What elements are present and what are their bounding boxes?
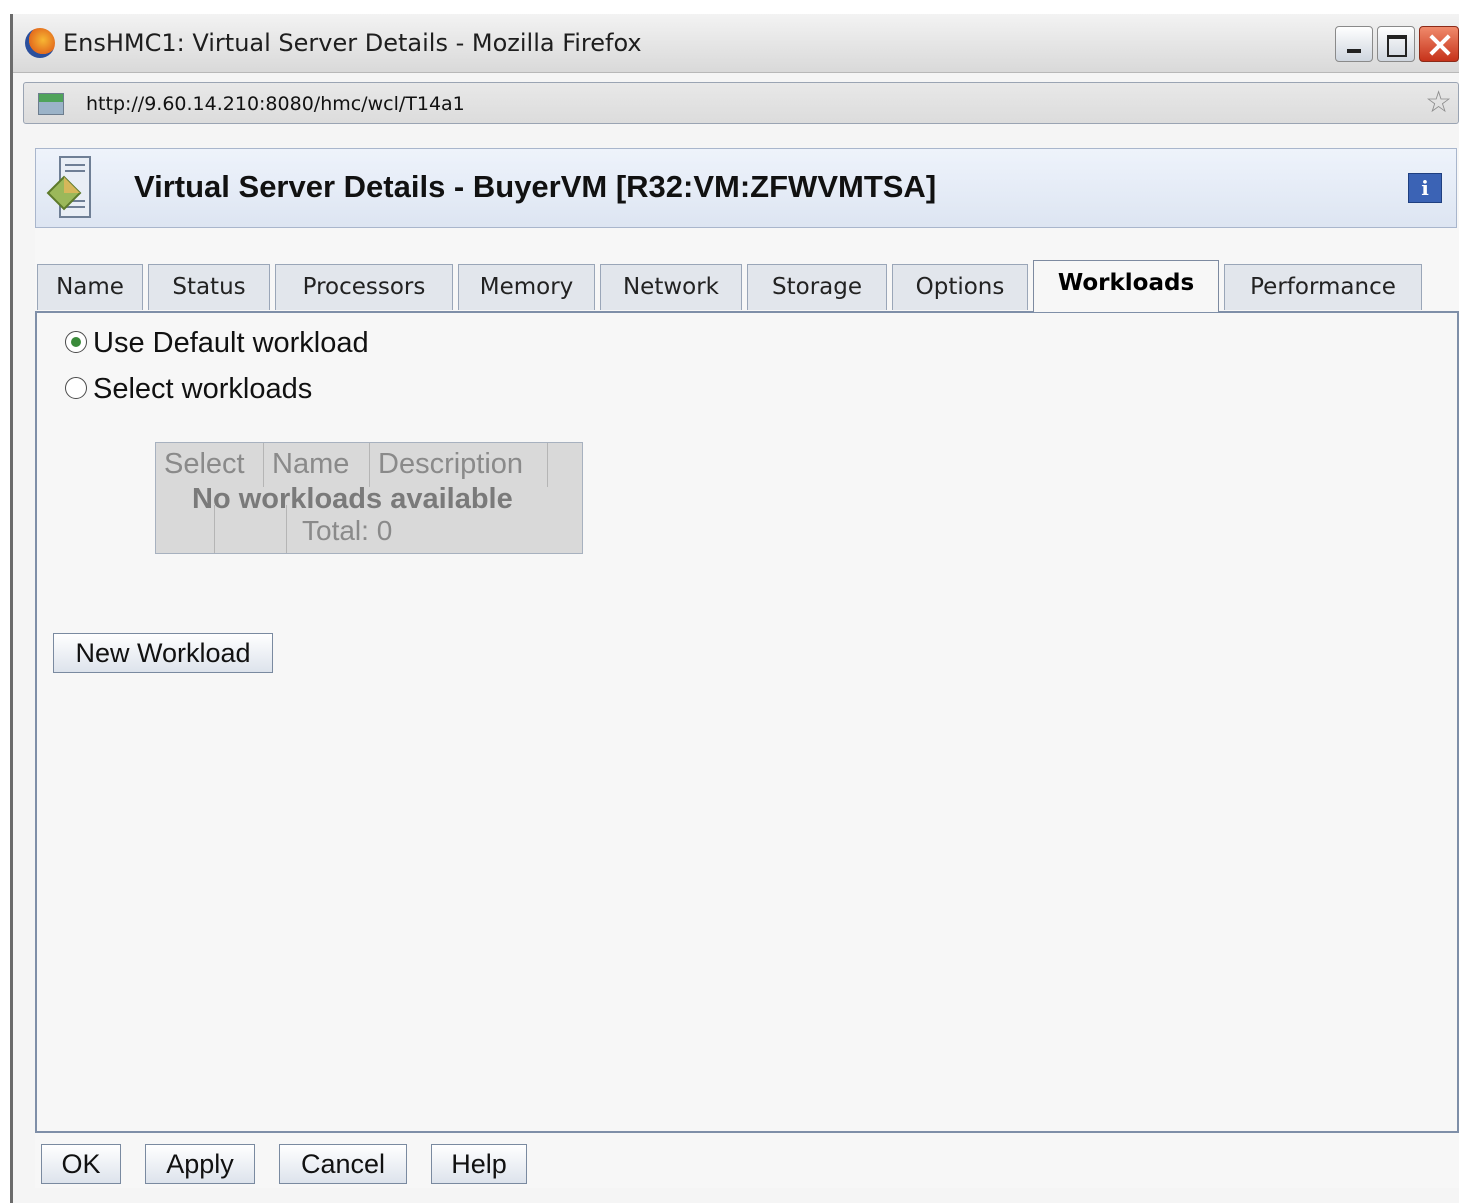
firefox-logo-icon (25, 28, 55, 58)
dialog-header: Virtual Server Details - BuyerVM [R32:VM… (35, 148, 1457, 228)
radio-unchecked-icon[interactable] (65, 377, 87, 399)
workloads-table: Select Name Description No workloads ava… (155, 442, 583, 554)
table-divider (214, 505, 215, 553)
table-divider (286, 505, 287, 553)
close-icon[interactable] (1419, 26, 1459, 62)
minimize-icon[interactable] (1335, 26, 1373, 62)
tab-status[interactable]: Status (148, 264, 270, 310)
tab-name[interactable]: Name (37, 264, 143, 310)
tab-memory[interactable]: Memory (458, 264, 595, 310)
select-workloads-option[interactable]: Select workloads (65, 373, 312, 406)
tab-options[interactable]: Options (892, 264, 1028, 310)
window-titlebar: EnsHMC1: Virtual Server Details - Mozill… (13, 14, 1459, 73)
radio-checked-icon[interactable] (65, 331, 87, 353)
tab-processors[interactable]: Processors (275, 264, 453, 310)
column-header-name: Name (264, 443, 370, 487)
new-workload-button[interactable]: New Workload (53, 633, 273, 673)
ok-button[interactable]: OK (41, 1144, 121, 1184)
column-header-description: Description (370, 443, 548, 487)
virtual-server-details-dialog: Virtual Server Details - BuyerVM [R32:VM… (35, 148, 1459, 1188)
use-default-workload-option[interactable]: Use Default workload (65, 327, 369, 360)
tab-network[interactable]: Network (600, 264, 742, 310)
apply-button[interactable]: Apply (145, 1144, 255, 1184)
select-workloads-label: Select workloads (93, 373, 313, 405)
info-icon[interactable]: i (1408, 173, 1442, 203)
column-header-select: Select (156, 443, 264, 487)
page-title: Virtual Server Details - BuyerVM [R32:VM… (134, 169, 937, 204)
tab-workloads[interactable]: Workloads (1033, 260, 1219, 312)
url-bar[interactable]: http://9.60.14.210:8080/hmc/wcl/T14a1 ☆ (23, 82, 1459, 124)
maximize-icon[interactable] (1377, 26, 1415, 62)
bookmark-star-icon[interactable]: ☆ (1425, 87, 1452, 119)
tab-performance[interactable]: Performance (1224, 264, 1422, 310)
site-icon (38, 93, 64, 115)
table-total: Total: 0 (302, 515, 393, 546)
use-default-workload-label: Use Default workload (93, 327, 369, 359)
workloads-panel: Use Default workload Select workloads Se… (35, 311, 1459, 1133)
empty-table-message: No workloads available (192, 483, 513, 515)
tab-storage[interactable]: Storage (747, 264, 887, 310)
url-text[interactable]: http://9.60.14.210:8080/hmc/wcl/T14a1 (86, 93, 465, 115)
server-icon (46, 156, 91, 218)
cancel-button[interactable]: Cancel (279, 1144, 407, 1184)
help-button[interactable]: Help (431, 1144, 527, 1184)
browser-window: EnsHMC1: Virtual Server Details - Mozill… (10, 14, 1459, 1203)
window-title: EnsHMC1: Virtual Server Details - Mozill… (63, 29, 642, 57)
tab-bar: Name Status Processors Memory Network St… (35, 260, 1459, 312)
